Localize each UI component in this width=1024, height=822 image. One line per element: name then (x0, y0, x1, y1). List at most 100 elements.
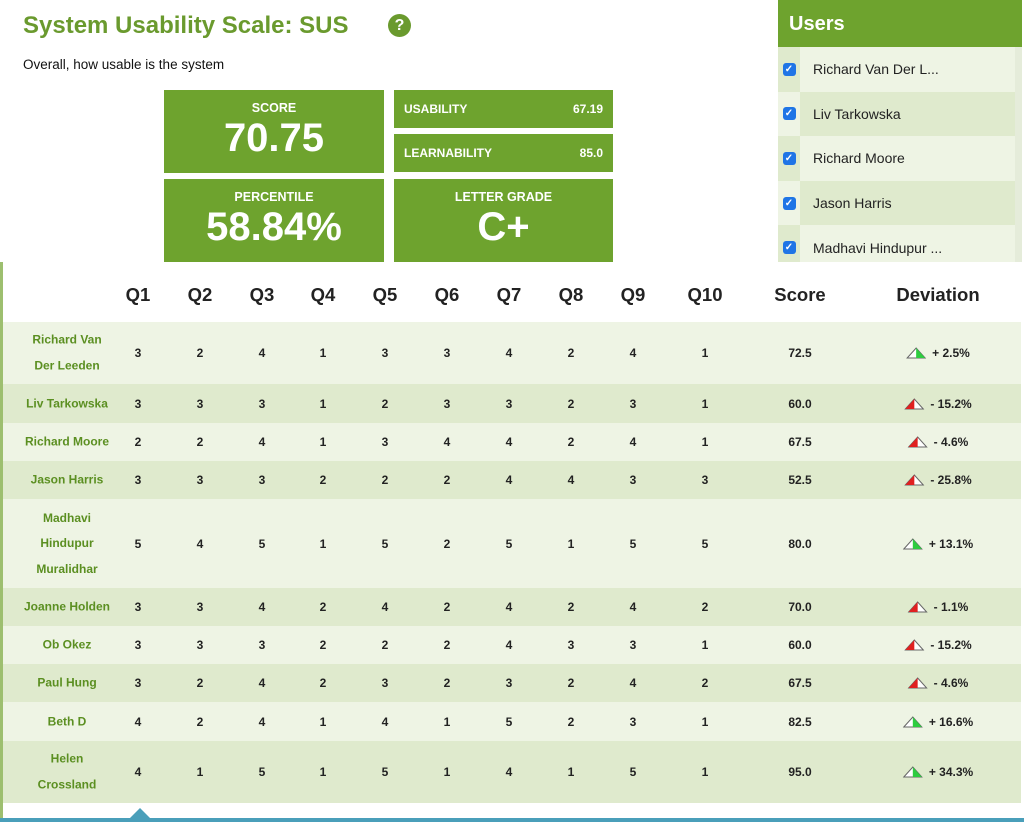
answer-q9: 3 (629, 714, 637, 729)
answer-q2: 3 (196, 600, 204, 614)
column-header-q1: Q1 (125, 284, 151, 305)
answer-q2: 2 (196, 435, 204, 449)
user-list-item[interactable]: ✓ Liv Tarkowska (778, 91, 1022, 137)
row-user-name-line: Liv Tarkowska (26, 395, 108, 410)
answer-q9: 3 (629, 396, 637, 411)
table-row: Beth D 4 2 4 1 4 1 5 2 3 1 82.5 + 16.6% (3, 702, 1021, 741)
user-list-item[interactable]: ✓ Madhavi Hindupur ... (778, 225, 1022, 262)
checkbox-cell: ✓ (778, 225, 800, 262)
answer-q2: 3 (196, 473, 204, 487)
row-deviation: + 13.1% (902, 537, 973, 551)
row-score: 67.5 (788, 435, 812, 449)
user-list-item[interactable]: ✓ Richard Van Der L... (778, 47, 1022, 92)
answer-q6: 1 (443, 765, 451, 779)
percentile-value: 58.84% (206, 205, 342, 249)
row-user-name[interactable]: Jason Harris (15, 467, 119, 493)
answer-q9: 3 (629, 473, 637, 487)
checkbox-checked-icon[interactable]: ✓ (782, 107, 796, 121)
answer-q3: 3 (258, 638, 266, 652)
answer-q6: 1 (443, 714, 451, 729)
deviation-value: + 16.6% (928, 714, 974, 729)
checkbox-checked-icon[interactable]: ✓ (782, 151, 796, 165)
answer-q4: 2 (319, 600, 327, 614)
row-user-name-line: Hindupur (40, 535, 94, 550)
learnability-label: LEARNABILITY (404, 146, 492, 160)
checkbox-checked-icon[interactable]: ✓ (782, 241, 796, 255)
answer-q4: 1 (319, 396, 327, 411)
trend-down-triangle-icon (904, 474, 925, 486)
score-label: SCORE (251, 101, 297, 115)
answer-q7: 3 (505, 396, 513, 411)
answer-q2: 3 (196, 396, 204, 411)
row-score: 72.5 (788, 346, 812, 360)
row-score: 67.5 (788, 676, 812, 690)
row-deviation: - 15.2% (904, 397, 972, 411)
row-user-name[interactable]: Richard Moore (15, 429, 119, 455)
answer-q3: 4 (258, 676, 266, 690)
answer-q8: 2 (567, 676, 575, 690)
trend-down-triangle-icon (904, 397, 925, 409)
column-header-q10: Q10 (687, 284, 723, 305)
usability-card: USABILITY 67.19 (394, 90, 613, 128)
answer-q9: 4 (629, 600, 637, 614)
answer-q3: 4 (258, 435, 266, 449)
table-left-border (0, 262, 3, 822)
column-header-q2: Q2 (187, 284, 213, 305)
answer-q4: 2 (319, 473, 327, 487)
checkbox-checked-icon[interactable]: ✓ (782, 62, 796, 76)
answer-q4: 1 (319, 435, 327, 449)
row-user-name[interactable]: Ob Okez (15, 632, 119, 658)
table-row: Paul Hung 3 2 4 2 3 2 3 2 4 2 67.5 - 4.6% (3, 664, 1021, 702)
table-body: Richard Van Der Leeden 3 2 4 1 3 3 4 2 4 1 72.5 + 2.5… (3, 322, 1021, 803)
row-score: 95.0 (788, 765, 812, 779)
checkbox-cell: ✓ (778, 91, 800, 137)
row-user-name[interactable]: Paul Hung (15, 670, 119, 696)
row-user-name[interactable]: Liv Tarkowska (15, 391, 119, 417)
deviation-value: - 4.6% (933, 435, 969, 449)
answer-q4: 2 (319, 638, 327, 652)
row-user-name[interactable]: Helen Crossland (15, 747, 119, 798)
trend-down-triangle-icon (907, 601, 928, 613)
users-scrollbar[interactable] (1015, 47, 1022, 262)
deviation-value: - 1.1% (933, 600, 969, 614)
answer-q8: 2 (567, 396, 575, 411)
trend-up-triangle-icon (902, 537, 923, 549)
answer-q3: 4 (258, 714, 266, 729)
user-name: Madhavi Hindupur ... (813, 239, 943, 256)
column-header-q8: Q8 (558, 284, 584, 305)
answer-q7: 5 (505, 714, 513, 729)
answer-q9: 3 (629, 638, 637, 652)
user-list-item[interactable]: ✓ Jason Harris (778, 180, 1022, 226)
answer-q5: 2 (381, 638, 389, 652)
answer-q2: 2 (196, 676, 204, 690)
answer-q1: 3 (134, 396, 142, 411)
row-user-name[interactable]: Beth D (15, 709, 119, 735)
users-panel-title: Users (778, 0, 1022, 47)
answer-q8: 1 (567, 536, 575, 551)
row-user-name[interactable]: Richard Van Der Leeden (15, 328, 119, 379)
answer-q9: 5 (629, 536, 637, 551)
user-list-item[interactable]: ✓ Richard Moore (778, 136, 1022, 181)
answer-q10: 5 (701, 536, 709, 551)
answer-q1: 2 (134, 435, 142, 449)
table-row: Helen Crossland 4 1 5 1 5 1 4 1 5 1 95.0 + 34.3% (3, 741, 1021, 803)
row-deviation: + 16.6% (902, 714, 974, 729)
answer-q3: 4 (258, 600, 266, 614)
answer-q10: 3 (701, 473, 709, 487)
answer-q6: 3 (443, 396, 451, 411)
deviation-value: - 4.6% (933, 676, 969, 690)
row-user-name-line: Beth D (47, 713, 87, 728)
trend-down-triangle-icon (904, 639, 925, 651)
checkbox-checked-icon[interactable]: ✓ (782, 196, 796, 210)
help-icon[interactable]: ? (388, 14, 411, 37)
row-user-name[interactable]: Joanne Holden (15, 594, 119, 620)
column-header-q3: Q3 (249, 284, 275, 305)
row-user-name-line: Helen (50, 751, 84, 766)
answer-q7: 4 (505, 473, 513, 487)
answer-q3: 5 (258, 765, 266, 779)
trend-up-triangle-icon (902, 766, 923, 778)
letter-grade-card: LETTER GRADE C+ (394, 179, 613, 262)
row-user-name-line: Richard Van (32, 332, 102, 347)
row-user-name[interactable]: Madhavi Hindupur Muralidhar (15, 505, 119, 582)
answer-q4: 1 (319, 765, 327, 779)
